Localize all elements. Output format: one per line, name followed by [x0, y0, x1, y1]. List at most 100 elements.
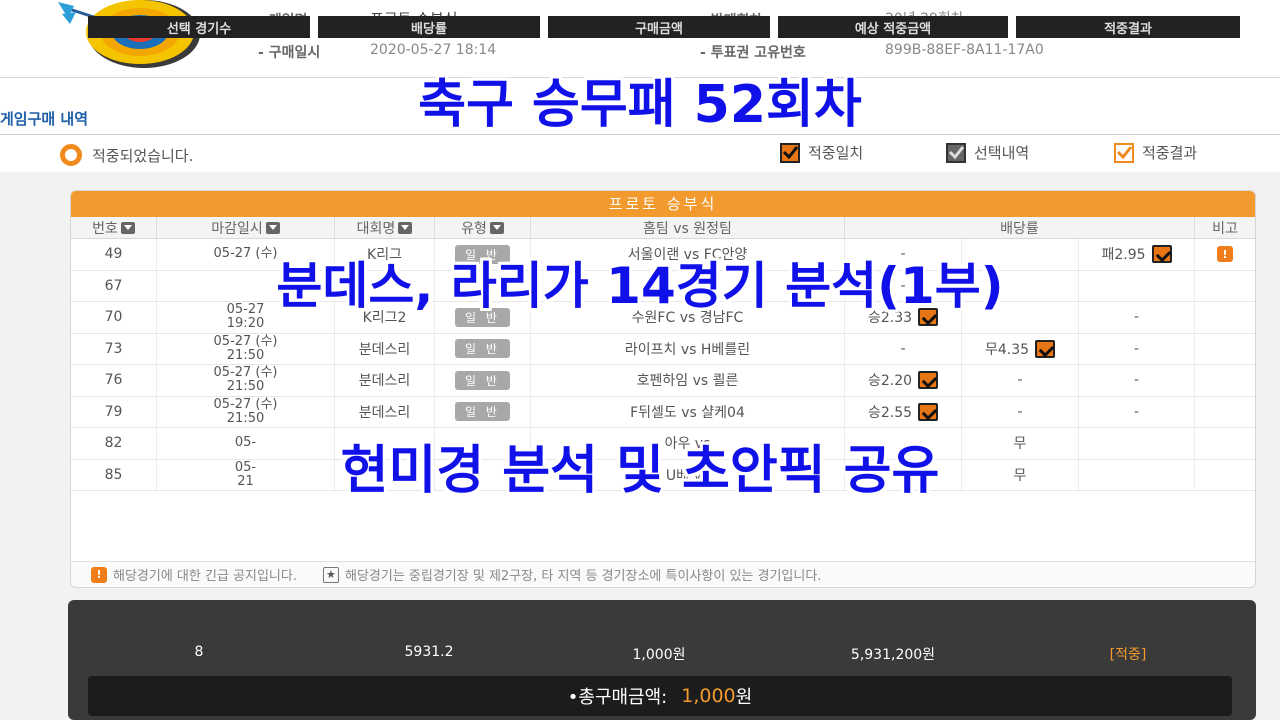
legend-label: 적중일치	[808, 144, 864, 162]
col-deadline[interactable]: 마감일시	[157, 217, 335, 238]
summary-result-badge: [적중]	[1109, 647, 1147, 663]
row-league: 분데스리	[335, 333, 435, 364]
purchase-time-value: 2020-05-27 18:14	[370, 42, 497, 58]
summary-header: 적중결과	[1016, 16, 1240, 38]
deadline-date: 05-27 (수)	[213, 396, 278, 412]
odds-cell: -	[962, 396, 1079, 427]
orange-check-icon	[780, 142, 800, 163]
row-note	[1195, 365, 1255, 396]
summary-header: 배당률	[318, 16, 540, 38]
row-match: 호펜하임 vs 쾰른	[531, 365, 845, 396]
odds-text: -	[1133, 372, 1140, 389]
total-amount: 1,000	[681, 685, 736, 707]
odds-cell: 승2.20	[845, 365, 962, 396]
selected-check-icon	[1035, 339, 1056, 358]
type-badge: 일 반	[455, 339, 510, 359]
caption-line-1: 축구 승무패 52회차	[418, 75, 862, 135]
odds-value: -	[1017, 404, 1022, 420]
caption-line-3: 현미경 분석 및 초안픽 공유	[340, 441, 940, 501]
row-type: 일 반	[435, 333, 531, 364]
row-note	[1195, 334, 1255, 365]
odds-text: -	[1017, 372, 1023, 389]
odds-cell: -	[962, 365, 1079, 396]
type-badge: 일 반	[455, 402, 510, 422]
total-purchase-bar: •총구매금액: 1,000 원	[88, 676, 1232, 716]
deadline-time: 21:50	[226, 410, 265, 426]
odds-value: 무4.35	[985, 339, 1056, 359]
sort-dropdown-icon[interactable]	[265, 221, 280, 234]
row-number: 79	[71, 396, 157, 427]
row-league: 분데스리	[335, 365, 435, 396]
odds-text: -	[1133, 403, 1140, 420]
status-text: 적중되었습니다.	[92, 146, 194, 165]
ticket-id-value: 899B-88EF-8A11-17A0	[885, 42, 1044, 58]
row-type: 일 반	[435, 396, 531, 427]
row-deadline: 05-27 (수) 21:50	[157, 396, 335, 427]
col-number[interactable]: 번호	[71, 217, 157, 238]
table-row[interactable]: 79 05-27 (수) 21:50 분데스리 일 반 F뒤셀도 vs 샬케04 승2.55…	[71, 396, 1255, 428]
table-row[interactable]: 76 05-27 (수) 21:50 분데스리 일 반 호펜하임 vs 쾰른 승2.20 - -	[71, 365, 1255, 397]
col-note: 비고	[1212, 220, 1238, 237]
summary-value: 5931.2	[404, 644, 454, 660]
caption-line-2: 분데스, 라리가 14경기 분석(1부)	[276, 257, 1004, 315]
odds-cell: 승2.55	[845, 396, 962, 427]
summary-header: 구매금액	[548, 16, 770, 38]
total-unit: 원	[735, 687, 753, 708]
odds-cell: -	[1079, 396, 1195, 427]
star-icon: ★	[322, 566, 339, 583]
sort-dropdown-icon[interactable]	[120, 221, 135, 234]
deadline-time: 21:50	[226, 347, 265, 363]
notice-bar: ! 해당경기에 대한 긴급 공지입니다. ★ 해당경기는 중립경기장 및 제2구…	[71, 561, 1255, 587]
grey-check-icon	[946, 142, 966, 163]
odds-cell: -	[1079, 365, 1195, 396]
odds-value: 승2.20	[867, 370, 939, 390]
odds-text: -	[900, 340, 906, 357]
purchase-time-label: 구매일시	[258, 42, 321, 62]
deadline-time: 21:50	[226, 379, 265, 395]
alert-icon: !	[91, 566, 107, 583]
total-label: •총구매금액:	[567, 687, 668, 708]
table-title: 프로토 승부식	[71, 191, 1255, 217]
sort-dropdown-icon[interactable]	[398, 221, 413, 234]
notice-venue: 해당경기는 중립경기장 및 제2구장, 타 지역 등 경기장소에 특이사항이 있…	[344, 569, 822, 584]
summary-value: 1,000원	[632, 647, 686, 663]
row-deadline: 05-27 (수) 21:50	[157, 365, 335, 396]
result-circle-icon	[60, 144, 82, 166]
legend-selected: 선택내역	[946, 142, 1029, 163]
odds-text: -	[1017, 403, 1023, 420]
odds-cell: 무4.35	[962, 333, 1079, 364]
odds-value: -	[1017, 372, 1022, 388]
summary-value: 5,931,200원	[850, 647, 936, 663]
odds-value: -	[900, 341, 905, 357]
deadline-date: 05-27 (수)	[213, 333, 278, 349]
ticket-id-label: 투표권 고유번호	[700, 42, 806, 62]
row-match: F뒤셀도 vs 샬케04	[531, 396, 845, 427]
odds-text: -	[1133, 340, 1140, 357]
col-league[interactable]: 대회명	[335, 217, 435, 238]
legend-match: 적중일치	[780, 142, 863, 163]
col-match: 홈팀 vs 원정팀	[531, 217, 845, 238]
summary-header: 예상 적중금액	[778, 16, 1008, 38]
summary-value: 8	[194, 644, 204, 660]
sort-dropdown-icon[interactable]	[489, 221, 504, 234]
odds-value: -	[1134, 404, 1139, 420]
row-match: 라이프치 vs H베를린	[531, 333, 845, 364]
odds-cell: -	[845, 333, 962, 364]
legend-result: 적중결과	[1114, 142, 1197, 163]
selected-check-icon	[918, 371, 939, 390]
row-number: 76	[71, 365, 157, 396]
odds-text: 승2.20	[867, 373, 913, 390]
odds-value: 승2.55	[867, 402, 939, 422]
table-row[interactable]: 73 05-27 (수) 21:50 분데스리 일 반 라이프치 vs H베를린 - 무4.3…	[71, 333, 1255, 365]
col-type[interactable]: 유형	[435, 217, 531, 238]
odds-text: 승2.55	[867, 404, 913, 421]
odds-cell: -	[1079, 333, 1195, 364]
result-status: 적중되었습니다.	[60, 144, 193, 166]
row-type: 일 반	[435, 365, 531, 396]
selected-check-icon	[918, 402, 939, 421]
deadline-time: 19:20	[226, 316, 265, 332]
col-odds: 배당률	[845, 217, 1195, 238]
outline-check-icon	[1114, 142, 1134, 163]
row-number: 73	[71, 333, 157, 364]
notice-urgent: 해당경기에 대한 긴급 공지입니다.	[113, 569, 297, 584]
